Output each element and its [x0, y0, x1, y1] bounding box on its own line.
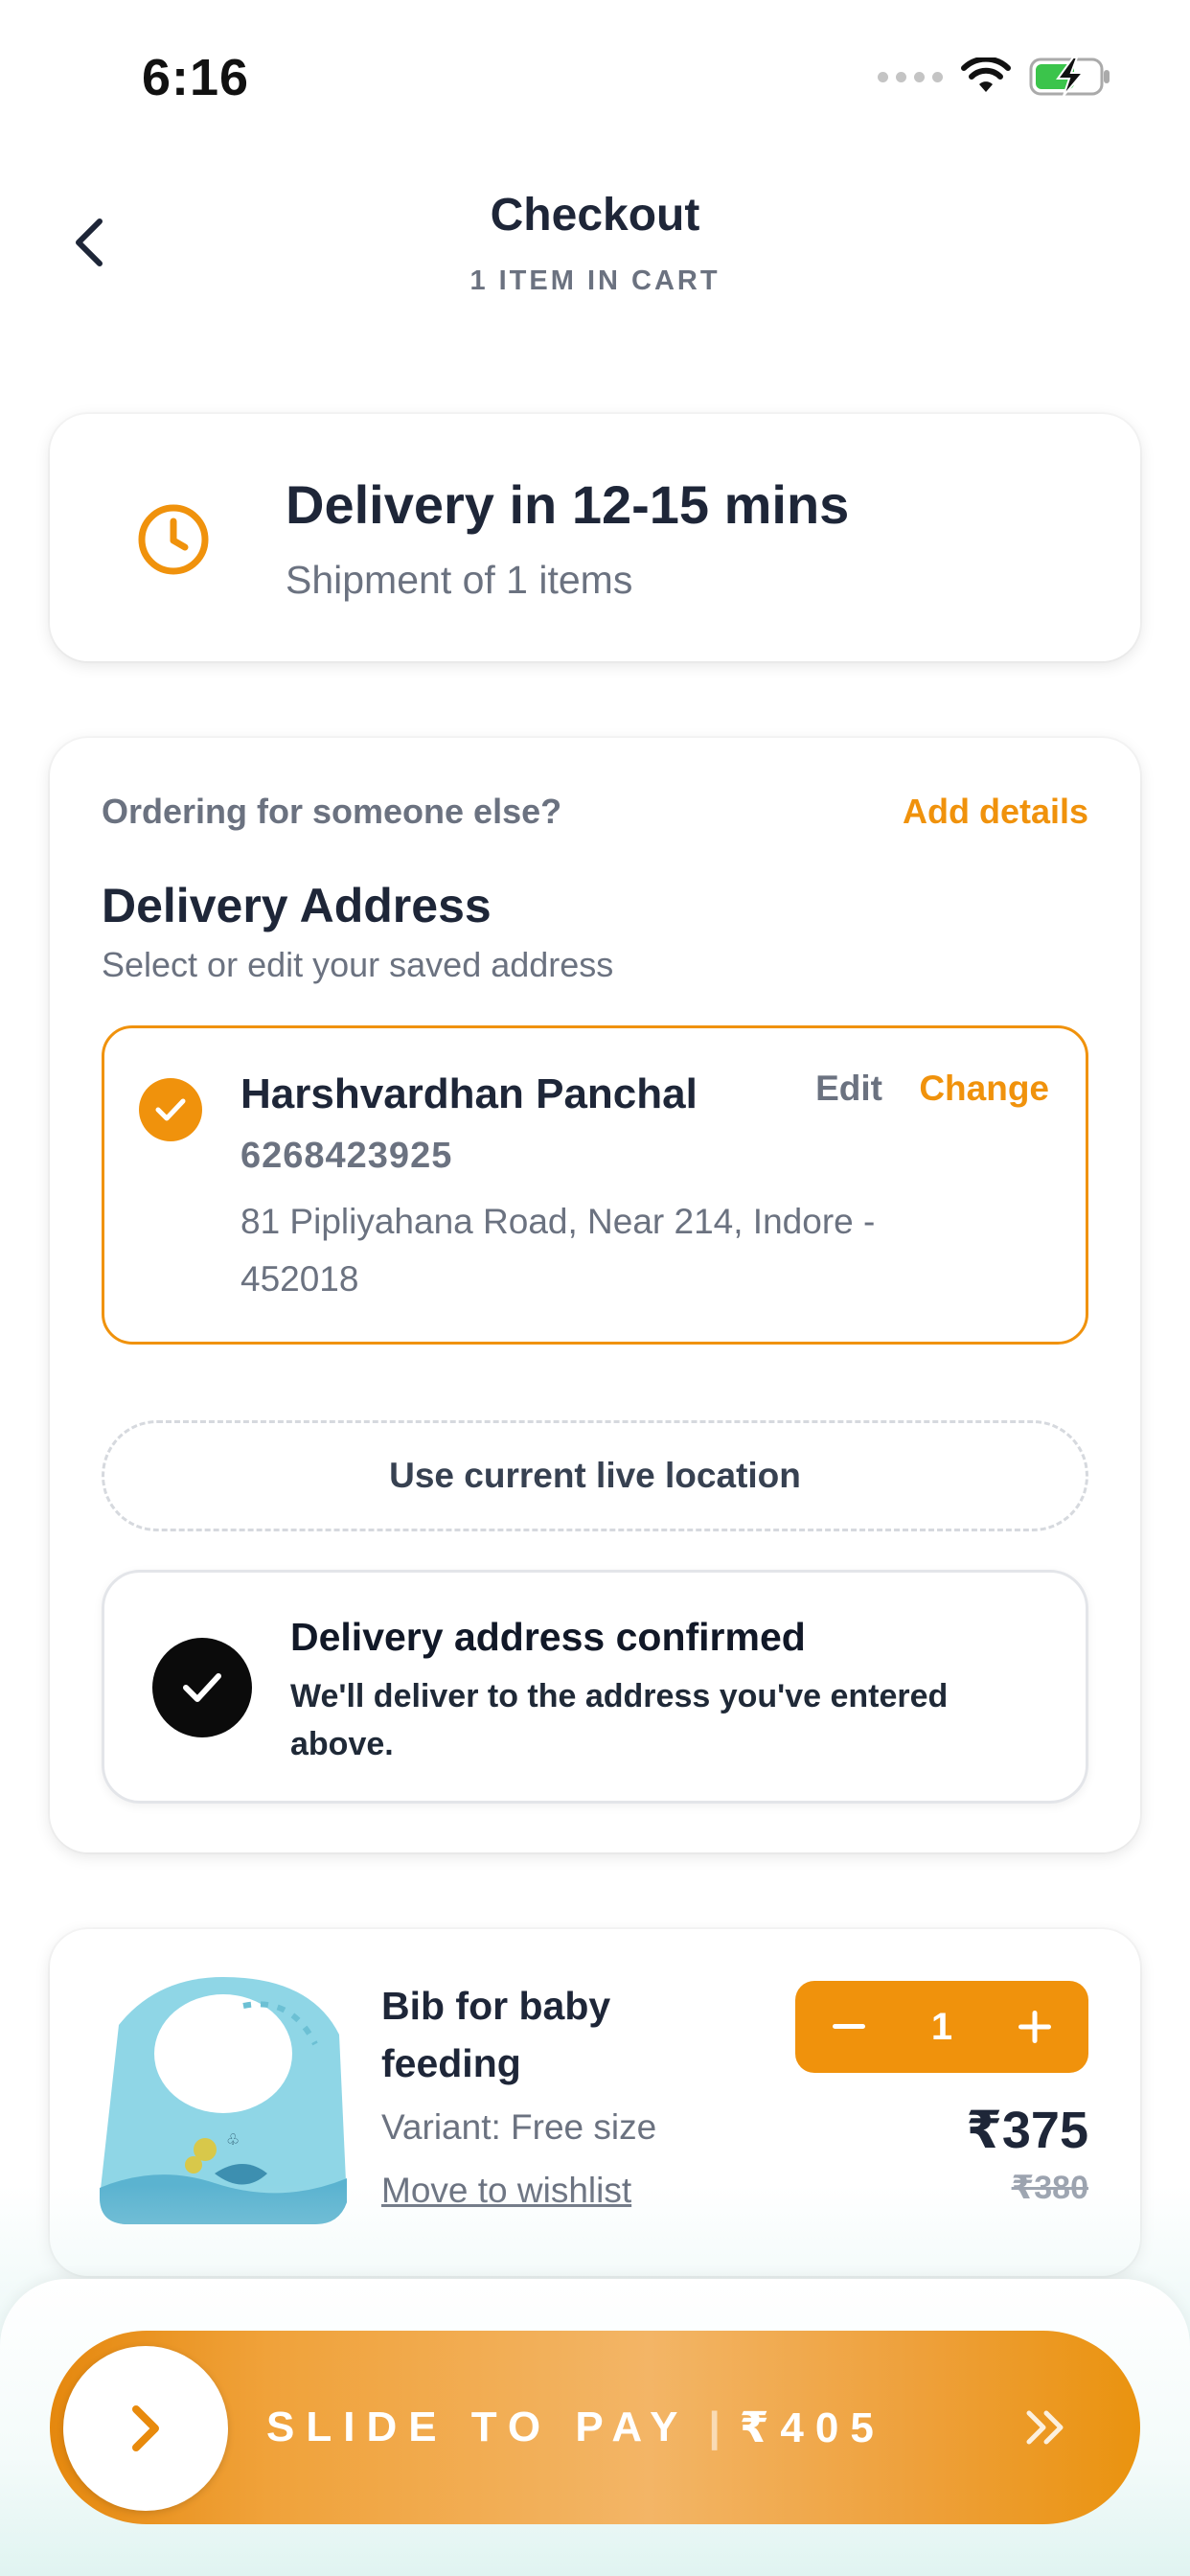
- page-title: Checkout: [490, 190, 700, 241]
- change-address-button[interactable]: Change: [919, 1069, 1049, 1109]
- use-live-location-button[interactable]: Use current live location: [102, 1420, 1088, 1531]
- shipment-info: Shipment of 1 items: [286, 558, 633, 602]
- svg-text:♧: ♧: [226, 2130, 240, 2149]
- delivery-address-title: Delivery Address: [102, 879, 492, 932]
- edit-address-button[interactable]: Edit: [815, 1069, 882, 1109]
- chevron-right-icon: [132, 2405, 159, 2451]
- increase-quantity-button[interactable]: [1006, 1998, 1064, 2056]
- product-name[interactable]: Bib for baby feeding: [381, 1977, 669, 2092]
- plus-icon: [1018, 2011, 1051, 2043]
- slider-label: SLIDE TO PAY | ₹405: [266, 2331, 885, 2524]
- address-phone: 6268423925: [240, 1136, 453, 1176]
- confirmation-title: Delivery address confirmed: [290, 1615, 806, 1659]
- battery-charging-icon: [1029, 57, 1110, 97]
- delivery-time-title: Delivery in 12-15 mins: [286, 474, 850, 535]
- selected-address-option[interactable]: Harshvardhan Panchal Edit Change 6268423…: [102, 1025, 1088, 1345]
- clock-icon: [138, 504, 209, 575]
- cart-count-subtitle: 1 ITEM IN CART: [469, 265, 721, 296]
- delivery-time-card: Delivery in 12-15 mins Shipment of 1 ite…: [50, 414, 1140, 661]
- delivery-address-subtitle: Select or edit your saved address: [102, 945, 614, 984]
- quantity-stepper: 1: [795, 1981, 1088, 2073]
- wifi-icon: [961, 58, 1011, 92]
- status-time: 6:16: [142, 49, 250, 106]
- quantity-value: 1: [930, 2005, 953, 2048]
- slider-separator: |: [708, 2404, 721, 2450]
- product-price: ₹375: [966, 2102, 1088, 2159]
- status-icons: [878, 56, 1111, 98]
- minus-icon: [833, 2024, 865, 2029]
- address-selected-indicator: [139, 1078, 202, 1141]
- cellular-signal-icon: [878, 71, 943, 82]
- address-name: Harshvardhan Panchal: [240, 1070, 698, 1117]
- confirmed-indicator: [152, 1638, 252, 1737]
- confirmation-subtitle: We'll deliver to the address you've ente…: [290, 1678, 949, 1762]
- add-details-button[interactable]: Add details: [903, 792, 1088, 832]
- delivery-address-card: Ordering for someone else? Add details D…: [50, 738, 1140, 1852]
- double-chevron-right-icon: [1026, 2410, 1064, 2445]
- checkout-screen: 6:16 Checkout 1 ITEM IN CART Delivery in…: [0, 0, 1190, 2576]
- address-confirmation-box: Delivery address confirmed We'll deliver…: [102, 1570, 1088, 1804]
- pay-amount: ₹405: [739, 2404, 885, 2451]
- product-variant: Variant: Free size: [381, 2107, 657, 2147]
- check-icon: [155, 1098, 186, 1121]
- address-line: 81 Pipliyahana Road, Near 214, Indore - …: [240, 1202, 876, 1299]
- check-icon: [183, 1673, 221, 1702]
- slider-handle[interactable]: [63, 2346, 228, 2511]
- decrease-quantity-button[interactable]: [820, 1998, 878, 2056]
- ordering-for-someone-else-text: Ordering for someone else?: [102, 792, 562, 831]
- slide-to-pay-text: SLIDE TO PAY: [266, 2404, 690, 2450]
- slide-to-pay-slider[interactable]: SLIDE TO PAY | ₹405: [50, 2331, 1140, 2524]
